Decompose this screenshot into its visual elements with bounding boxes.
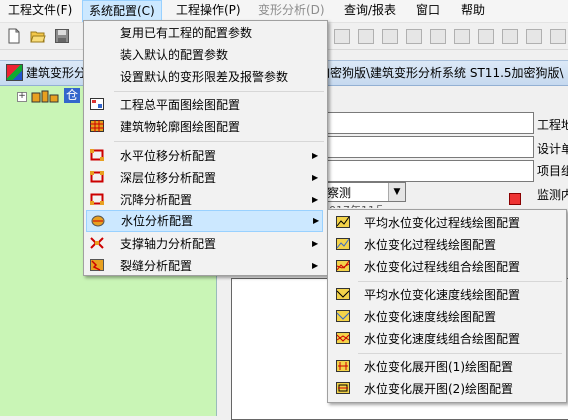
menu-item-crack[interactable]: 裂缝分析配置 ▶	[86, 255, 323, 277]
deep-displacement-icon	[90, 171, 104, 183]
settlement-icon	[90, 193, 104, 205]
open-folder-icon[interactable]	[30, 28, 46, 44]
submenu-item-velocity[interactable]: 水位变化速度线绘图配置	[330, 306, 562, 328]
toolbar-tool-icon[interactable]	[406, 29, 422, 44]
menu-window[interactable]: 窗口	[410, 0, 446, 21]
app-logo-icon	[6, 64, 23, 81]
water-level-submenu: 平均水位变化过程线绘图配置 水位变化过程线绘图配置 水位变化过程线组合绘图配置 …	[327, 209, 567, 403]
monitoring-type-select[interactable]: 察测 ▼	[322, 182, 406, 202]
avg-velocity-chart-icon	[336, 288, 350, 300]
expand-chart-2-icon	[336, 382, 350, 394]
menu-system-config[interactable]: 系统配置(C)	[82, 0, 162, 22]
menu-separator	[358, 353, 562, 354]
date-field-partial: 2017年11月1日	[322, 202, 382, 208]
monitoring-type-value: 察测	[327, 186, 352, 200]
submenu-item-process[interactable]: 水位变化过程线绘图配置	[330, 234, 562, 256]
avg-process-chart-icon	[336, 216, 350, 228]
label-design-unit: 设计单	[537, 142, 568, 156]
chevron-down-icon[interactable]: ▼	[388, 183, 405, 201]
calendar-icon[interactable]	[509, 193, 521, 205]
submenu-arrow-icon: ▶	[312, 195, 319, 204]
window-title-left: 建筑变形分	[26, 66, 87, 80]
site-plan-icon	[90, 98, 104, 110]
velocity-chart-icon	[336, 310, 350, 322]
menu-item-water-level[interactable]: 水位分析配置 ▶	[86, 210, 323, 232]
horizontal-displacement-icon	[90, 149, 104, 161]
menu-separator	[114, 91, 324, 92]
menu-project-operation[interactable]: 工程操作(P)	[170, 0, 247, 21]
building-outline-icon	[90, 120, 104, 132]
submenu-item-velocity-combo[interactable]: 水位变化速度线组合绘图配置	[330, 328, 562, 350]
new-file-icon[interactable]	[6, 28, 22, 44]
project-team-field[interactable]	[322, 160, 534, 182]
toolbar-tool-icon[interactable]	[430, 29, 446, 44]
crack-icon	[90, 259, 104, 271]
design-unit-field[interactable]	[322, 136, 534, 158]
toolbar-tool-icon[interactable]	[334, 29, 350, 44]
toolbar-tool-icon[interactable]	[478, 29, 494, 44]
submenu-item-avg-velocity[interactable]: 平均水位变化速度线绘图配置	[330, 284, 562, 306]
menu-item-site-plan[interactable]: 工程总平面图绘图配置	[86, 94, 323, 116]
toolbar-tool-icon[interactable]	[454, 29, 470, 44]
window-title-right: 加密狗版\建筑变形分析系统 ST11.5加密狗版\	[318, 66, 564, 80]
menu-query-report[interactable]: 查询/报表	[338, 0, 402, 21]
toolbar-tool-icon[interactable]	[358, 29, 374, 44]
menu-separator	[358, 281, 562, 282]
menu-item-set-default-limits[interactable]: 设置默认的变形限差及报警参数	[86, 66, 323, 88]
toolbar-tool-icon[interactable]	[550, 29, 566, 44]
toolbar-tool-icon[interactable]	[502, 29, 518, 44]
tree-root-node[interactable]: 仓	[64, 88, 81, 103]
submenu-item-avg-process[interactable]: 平均水位变化过程线绘图配置	[330, 212, 562, 234]
menu-item-reuse-config[interactable]: 复用已有工程的配置参数	[86, 22, 323, 44]
process-chart-icon	[336, 238, 350, 250]
toolbar-tool-icon[interactable]	[382, 29, 398, 44]
menu-item-deep-displacement[interactable]: 深层位移分析配置 ▶	[86, 167, 323, 189]
submenu-item-expand-1[interactable]: 水位变化展开图(1)绘图配置	[330, 356, 562, 378]
project-address-field[interactable]	[322, 112, 534, 134]
expand-chart-1-icon	[336, 360, 350, 372]
water-level-icon	[91, 215, 105, 227]
submenu-arrow-icon: ▶	[312, 239, 319, 248]
menu-item-load-default[interactable]: 装入默认的配置参数	[86, 44, 323, 66]
tree-expand-icon[interactable]: +	[17, 92, 27, 102]
menu-item-building-outline[interactable]: 建筑物轮廓图绘图配置	[86, 116, 323, 138]
menu-project-file[interactable]: 工程文件(F)	[2, 0, 78, 21]
menu-item-settlement[interactable]: 沉降分析配置 ▶	[86, 189, 323, 211]
building-tree-icon	[30, 89, 60, 103]
submenu-item-expand-2[interactable]: 水位变化展开图(2)绘图配置	[330, 378, 562, 400]
label-monitoring-content: 监测内	[537, 188, 568, 202]
menu-help[interactable]: 帮助	[455, 0, 491, 21]
submenu-arrow-icon: ▶	[312, 151, 319, 160]
label-project-address: 工程地	[537, 118, 568, 132]
support-force-icon	[90, 237, 104, 249]
save-icon[interactable]	[54, 28, 70, 44]
menu-separator	[114, 141, 324, 142]
submenu-arrow-icon: ▶	[313, 216, 320, 225]
submenu-arrow-icon: ▶	[312, 261, 319, 270]
submenu-item-process-combo[interactable]: 水位变化过程线组合绘图配置	[330, 256, 562, 278]
velocity-combo-chart-icon	[336, 332, 350, 344]
menu-deformation-analysis[interactable]: 变形分析(D)	[252, 0, 331, 21]
submenu-arrow-icon: ▶	[312, 173, 319, 182]
process-combo-chart-icon	[336, 260, 350, 272]
menu-item-support-force[interactable]: 支撑轴力分析配置 ▶	[86, 233, 323, 255]
menu-item-horizontal-displacement[interactable]: 水平位移分析配置 ▶	[86, 145, 323, 167]
system-config-menu: 复用已有工程的配置参数 装入默认的配置参数 设置默认的变形限差及报警参数 工程总…	[83, 20, 328, 276]
label-project-team: 项目组	[537, 164, 568, 178]
toolbar-tool-icon[interactable]	[526, 29, 542, 44]
